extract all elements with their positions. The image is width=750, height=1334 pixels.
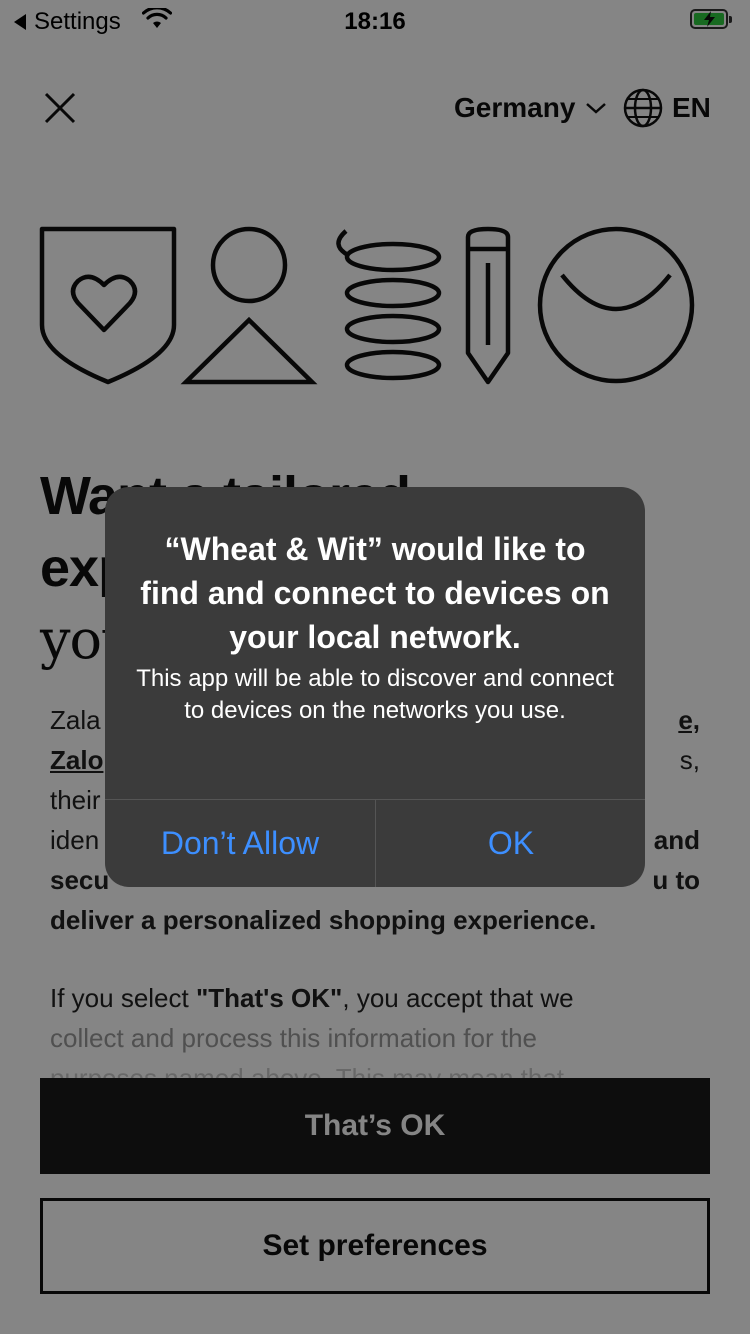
alert-message: This app will be able to discover and co… (136, 665, 614, 724)
dont-allow-button[interactable]: Don’t Allow (105, 800, 375, 887)
ok-button[interactable]: OK (376, 800, 645, 887)
local-network-permission-alert: “Wheat & Wit” would like to find and con… (105, 487, 645, 887)
alert-title: “Wheat & Wit” would like to find and con… (140, 531, 610, 655)
